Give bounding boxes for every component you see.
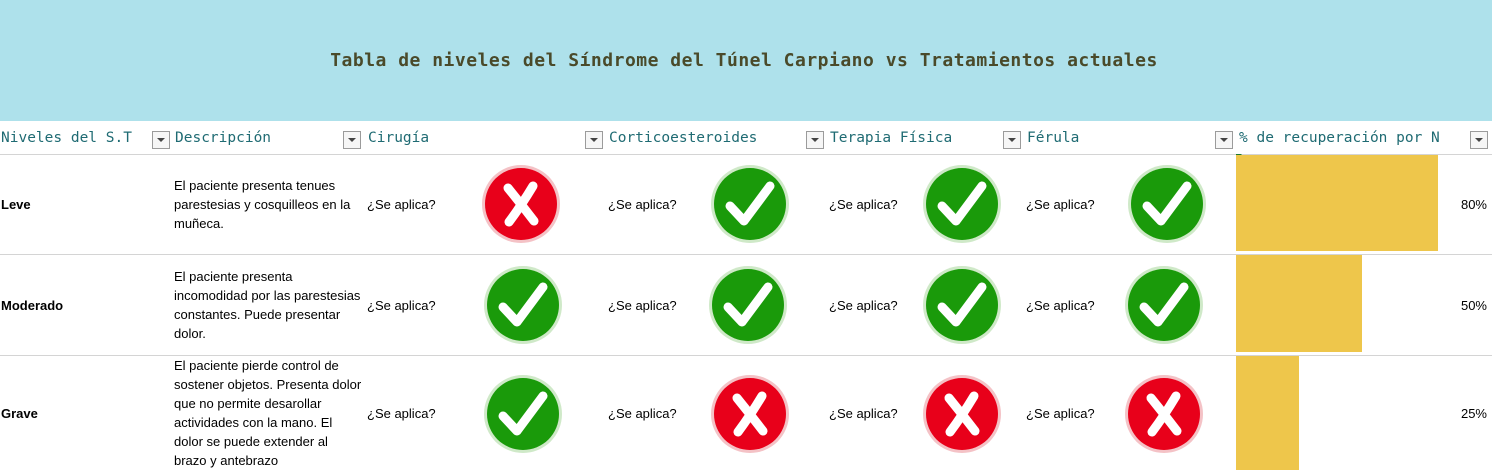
header-recuperacion: % de recuperación por N — [1239, 129, 1440, 146]
ferula-question: ¿Se aplica? — [1026, 197, 1095, 212]
check-circle-icon — [483, 374, 563, 454]
terapia-question: ¿Se aplica? — [829, 405, 898, 421]
recovery-percent: 25% — [1460, 405, 1487, 421]
filter-dropdown-ferula[interactable] — [1215, 131, 1233, 149]
corticoesteroides-question: ¿Se aplica? — [608, 297, 677, 313]
header-corticoesteroides: Corticoesteroides — [609, 129, 758, 146]
header-cirugia: Cirugía — [368, 129, 430, 146]
corticoesteroides-question: ¿Se aplica? — [608, 405, 677, 421]
filter-dropdown-cirugia[interactable] — [585, 131, 603, 149]
description-text: El paciente presenta tenues parestesias … — [174, 178, 351, 231]
recovery-bar — [1236, 155, 1438, 251]
cirugia-question: ¿Se aplica? — [367, 297, 436, 313]
corticoesteroides-question: ¿Se aplica? — [608, 197, 677, 212]
recovery-bar — [1236, 255, 1362, 352]
header-descripcion: Descripción — [175, 129, 272, 146]
check-circle-icon — [708, 265, 788, 345]
description-text: El paciente pierde control de sostener o… — [174, 358, 362, 468]
check-circle-icon — [922, 164, 1002, 244]
cirugia-question: ¿Se aplica? — [367, 405, 436, 421]
x-circle-icon — [922, 374, 1002, 454]
level-label: Moderado — [1, 297, 64, 313]
level-label: Grave — [1, 405, 38, 421]
header-terapia-fisica: Terapia Física — [830, 129, 953, 146]
filter-dropdown-corticoesteroides[interactable] — [806, 131, 824, 149]
filter-dropdown-descripcion[interactable] — [343, 131, 361, 149]
page-title: Tabla de niveles del Síndrome del Túnel … — [330, 50, 1158, 71]
level-label: Leve — [1, 197, 31, 212]
x-circle-icon — [481, 164, 561, 244]
recovery-bar — [1236, 356, 1299, 470]
table-row: Grave El paciente pierde control de sost… — [0, 356, 1492, 470]
terapia-question: ¿Se aplica? — [829, 297, 898, 313]
cirugia-question: ¿Se aplica? — [367, 197, 436, 212]
filter-dropdown-niveles[interactable] — [152, 131, 170, 149]
ferula-question: ¿Se aplica? — [1026, 297, 1095, 313]
recovery-percent: 80% — [1460, 197, 1487, 212]
check-circle-icon — [922, 265, 1002, 345]
table-row: Moderado El paciente presenta incomodida… — [0, 255, 1492, 356]
filter-dropdown-recuperacion[interactable] — [1470, 131, 1488, 149]
header-ferula: Férula — [1027, 129, 1080, 146]
filter-dropdown-terapia-fisica[interactable] — [1003, 131, 1021, 149]
x-circle-icon — [710, 374, 790, 454]
title-band: Tabla de niveles del Síndrome del Túnel … — [0, 0, 1492, 121]
header-niveles: Niveles del S.T — [1, 129, 132, 146]
description-text: El paciente presenta incomodidad por las… — [174, 269, 361, 341]
check-circle-icon — [710, 164, 790, 244]
ferula-question: ¿Se aplica? — [1026, 405, 1095, 421]
table-row: Leve El paciente presenta tenues pareste… — [0, 155, 1492, 255]
check-circle-icon — [1127, 164, 1207, 244]
check-circle-icon — [483, 265, 563, 345]
check-circle-icon — [1124, 265, 1204, 345]
x-circle-icon — [1124, 374, 1204, 454]
recovery-percent: 50% — [1460, 297, 1487, 313]
terapia-question: ¿Se aplica? — [829, 197, 898, 212]
table-header-row: Niveles del S.T Descripción Cirugía Cort… — [0, 121, 1492, 155]
